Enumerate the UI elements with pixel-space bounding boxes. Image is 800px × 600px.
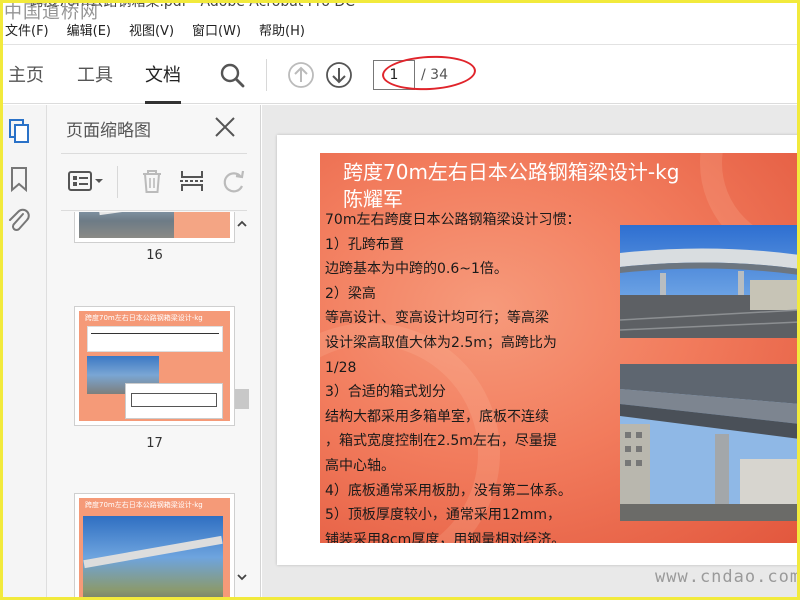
thumbnail-options-icon[interactable] <box>67 167 107 195</box>
thumbnail-toolbar <box>61 153 247 211</box>
thumbnail-slide-title: 跨度70m左右日本公路钢箱梁设计-kg <box>85 501 203 509</box>
thumbnail-label: 16 <box>146 248 163 263</box>
slide-line: 边跨基本为中跨的0.6~1倍。 <box>325 261 508 278</box>
slide-line: 70m左右跨度日本公路钢箱梁设计习惯： <box>325 212 581 228</box>
tab-tools[interactable]: 工具 <box>77 45 113 104</box>
search-icon[interactable] <box>218 61 246 89</box>
panel-title: 页面缩略图 <box>66 121 151 141</box>
thumbnail-list[interactable]: 16 跨度70m左右日本公路钢箱梁设计-kg 17 跨度70m左右日本公路钢箱梁… <box>61 212 247 600</box>
menu-bar: 文件(F) 编辑(E) 视图(V) 窗口(W) 帮助(H) <box>0 20 800 44</box>
thumbnail-page-17[interactable]: 跨度70m左右日本公路钢箱梁设计-kg <box>74 306 235 426</box>
menu-edit[interactable]: 编辑(E) <box>58 20 120 44</box>
slide-line: 高中心轴。 <box>325 457 395 474</box>
slide-title: 跨度70m左右日本公路钢箱梁设计-kg <box>343 160 680 184</box>
tool-divider <box>117 166 118 198</box>
menu-help[interactable]: 帮助(H) <box>250 20 314 44</box>
menu-view[interactable]: 视图(V) <box>120 20 183 44</box>
menu-window[interactable]: 窗口(W) <box>183 20 250 44</box>
slide-line: 4）底板通常采用板肋，没有第二体系。 <box>325 482 572 499</box>
thumbnail-page-18[interactable]: 跨度70m左右日本公路钢箱梁设计-kg <box>74 493 235 600</box>
extract-pages-icon[interactable] <box>177 167 207 195</box>
slide-line: 铺装采用8cm厚度，用钢量相对经济。 <box>325 531 566 543</box>
scroll-up-icon[interactable] <box>236 218 248 230</box>
delete-page-icon[interactable] <box>137 167 167 195</box>
main-toolbar: 主页 工具 文档 1 / 34 <box>0 44 800 104</box>
tab-home[interactable]: 主页 <box>8 45 44 104</box>
page-thumbnails-icon[interactable] <box>6 117 32 145</box>
tab-document[interactable]: 文档 <box>145 45 181 104</box>
page-number-input[interactable]: 1 <box>373 60 415 90</box>
thumbnail-slide-title: 跨度70m左右日本公路钢箱梁设计-kg <box>85 314 203 322</box>
rotate-page-icon[interactable] <box>219 167 249 195</box>
slide-line: ，箱式宽度控制在2.5m左右，尽量提 <box>325 433 557 450</box>
toolbar-divider <box>266 59 267 91</box>
thumbnails-panel: 页面缩略图 16 跨度70m左右日本公路钢箱梁设计-kg 17 跨度70m左右日… <box>47 105 261 600</box>
slide-line: 结构大都采用多箱单室，底板不连续 <box>325 408 549 425</box>
slide-body-text: 70m左右跨度日本公路钢箱梁设计习惯： 1）孔跨布置 边跨基本为中跨的0.6~1… <box>325 208 625 543</box>
thumbnail-page-16[interactable] <box>74 212 235 243</box>
bridge-photo-1 <box>620 225 800 338</box>
title-bar: 跨度70m公路钢箱梁.pdf - Adobe Acrobat Pro DC 中国… <box>0 0 800 20</box>
thumbnail-label: 17 <box>146 436 163 451</box>
slide-line: 1）孔跨布置 <box>325 236 404 253</box>
slide-line: 5）顶板厚度较小，通常采用12mm， <box>325 507 561 524</box>
slide-content: 跨度70m左右日本公路钢箱梁设计-kg 陈耀军 70m左右跨度日本公路钢箱梁设计… <box>320 153 800 543</box>
slide-line: 3）合适的箱式划分 <box>325 384 446 401</box>
site-watermark-bottom: www.cndao.com <box>655 567 800 587</box>
slide-line: 2）梁高 <box>325 285 376 302</box>
scroll-down-icon[interactable] <box>236 571 248 583</box>
thumbnail-image: 跨度70m左右日本公路钢箱梁设计-kg <box>79 498 230 600</box>
site-watermark-top: 中国道桥网 <box>4 2 99 20</box>
bridge-photo-2 <box>620 364 800 521</box>
menu-file[interactable]: 文件(F) <box>0 20 58 44</box>
close-icon[interactable] <box>213 115 237 139</box>
thumbnail-image <box>79 212 230 238</box>
bookmark-icon[interactable] <box>6 165 32 193</box>
previous-page-icon[interactable] <box>287 61 315 89</box>
attachment-icon[interactable] <box>6 207 32 235</box>
slide-line: 设计梁高取值大体为2.5m；高跨比为 <box>325 334 557 351</box>
slide-line: 1/28 <box>325 359 357 376</box>
next-page-icon[interactable] <box>325 61 353 89</box>
slide-line: 等高设计、变高设计均可行；等高梁 <box>325 310 549 327</box>
scrollbar-thumb[interactable] <box>235 389 249 409</box>
left-rail <box>0 105 47 600</box>
thumbnail-image: 跨度70m左右日本公路钢箱梁设计-kg <box>79 311 230 421</box>
page-total: / 34 <box>421 67 448 83</box>
